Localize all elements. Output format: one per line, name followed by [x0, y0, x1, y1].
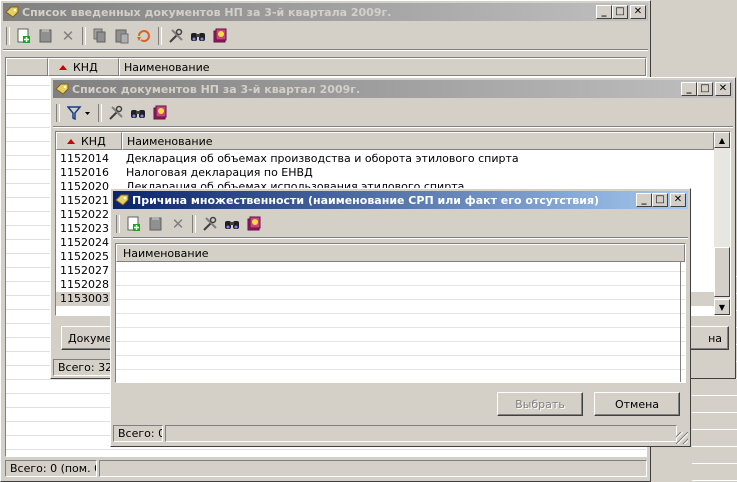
minimize-button[interactable]: _ [636, 193, 652, 207]
sort-ascending-icon [67, 138, 75, 144]
cancel-button[interactable]: Отмена [594, 392, 680, 416]
window-titlebar[interactable]: Список введенных документов НП за 3-й кв… [3, 3, 648, 21]
help-book-icon[interactable] [244, 214, 264, 234]
table-row[interactable]: 1152014 Декларация об объемах производств… [56, 152, 714, 166]
window-app-icon [55, 83, 69, 95]
dialog-title: Причина множественности (наименование СР… [132, 193, 600, 207]
column-header-name[interactable]: Наименование [122, 132, 714, 150]
add-document-icon[interactable] [14, 26, 34, 46]
maximize-button[interactable]: □ [697, 82, 713, 96]
resize-grip-icon[interactable] [676, 432, 688, 444]
scroll-up-button[interactable]: ▲ [714, 132, 730, 148]
binoculars-icon[interactable] [128, 103, 148, 123]
help-book-icon[interactable] [150, 103, 170, 123]
documents-toolbar [53, 100, 733, 127]
binoculars-icon[interactable] [188, 26, 208, 46]
add-document-icon[interactable] [124, 214, 144, 234]
toolbar-separator [98, 104, 102, 122]
column-header-knd[interactable]: КНД [56, 132, 122, 150]
table-row[interactable]: 1152016 Налоговая декларация по ЕНВД [56, 166, 714, 180]
status-bar-count: Всего: 0 [113, 425, 163, 442]
toolbar-separator [116, 215, 120, 233]
close-button[interactable]: ✕ [670, 193, 686, 207]
maximize-button[interactable]: □ [652, 193, 668, 207]
minimize-button[interactable]: _ [596, 5, 612, 19]
status-bar-count: Всего: 0 (пом. 0) [5, 460, 97, 477]
tools-icon[interactable] [200, 214, 220, 234]
status-bar-panel [165, 425, 677, 442]
status-bar-count: Всего: 32 [53, 359, 113, 376]
refresh-icon[interactable] [134, 26, 154, 46]
toolbar-separator [6, 27, 10, 45]
window-title: Список введенных документов НП за 3-й кв… [22, 5, 392, 19]
toolbar-separator [158, 27, 162, 45]
binoculars-icon[interactable] [222, 214, 242, 234]
help-book-icon[interactable] [210, 26, 230, 46]
edit-document-icon[interactable] [36, 26, 56, 46]
toolbar-separator [192, 215, 196, 233]
maximize-button[interactable]: □ [612, 5, 628, 19]
dialog-titlebar[interactable]: Причина множественности (наименование СР… [113, 191, 688, 209]
status-bar-panel [99, 460, 647, 477]
column-header-knd[interactable]: КНД [48, 58, 119, 76]
reasons-grid[interactable]: Наименование [115, 243, 686, 383]
dialog-toolbar: ✕ [113, 211, 688, 238]
toolbar-separator [82, 27, 86, 45]
toolbar-separator [56, 104, 60, 122]
close-button[interactable]: ✕ [715, 82, 731, 96]
filter-icon[interactable] [64, 103, 94, 123]
window-title: Список документов НП за 3-й квартал 2009… [72, 82, 361, 96]
window-app-icon [115, 194, 129, 206]
vertical-scrollbar[interactable]: ▲ ▼ [714, 132, 730, 315]
scroll-down-button[interactable]: ▼ [714, 299, 730, 315]
edit-document-icon[interactable] [146, 214, 166, 234]
scroll-thumb[interactable] [714, 247, 730, 297]
tools-icon[interactable] [166, 26, 186, 46]
column-header-name[interactable]: Наименование [116, 244, 685, 262]
window-titlebar[interactable]: Список документов НП за 3-й квартал 2009… [53, 80, 733, 98]
minimize-button[interactable]: _ [681, 82, 697, 96]
paste-icon[interactable] [112, 26, 132, 46]
main-toolbar: ✕ [3, 23, 648, 50]
delete-icon[interactable]: ✕ [168, 214, 188, 234]
grid-right-divider [680, 262, 681, 382]
multiplicity-reason-dialog: Причина множественности (наименование СР… [110, 188, 691, 447]
select-button[interactable]: Выбрать [497, 392, 583, 416]
close-button[interactable]: ✕ [630, 5, 646, 19]
window-app-icon [5, 6, 19, 18]
row-indicator-header [6, 58, 48, 76]
delete-icon[interactable]: ✕ [58, 26, 78, 46]
copy-icon[interactable] [90, 26, 110, 46]
column-header-name[interactable]: Наименование [119, 58, 646, 76]
sort-ascending-icon [59, 64, 67, 70]
tools-icon[interactable] [106, 103, 126, 123]
